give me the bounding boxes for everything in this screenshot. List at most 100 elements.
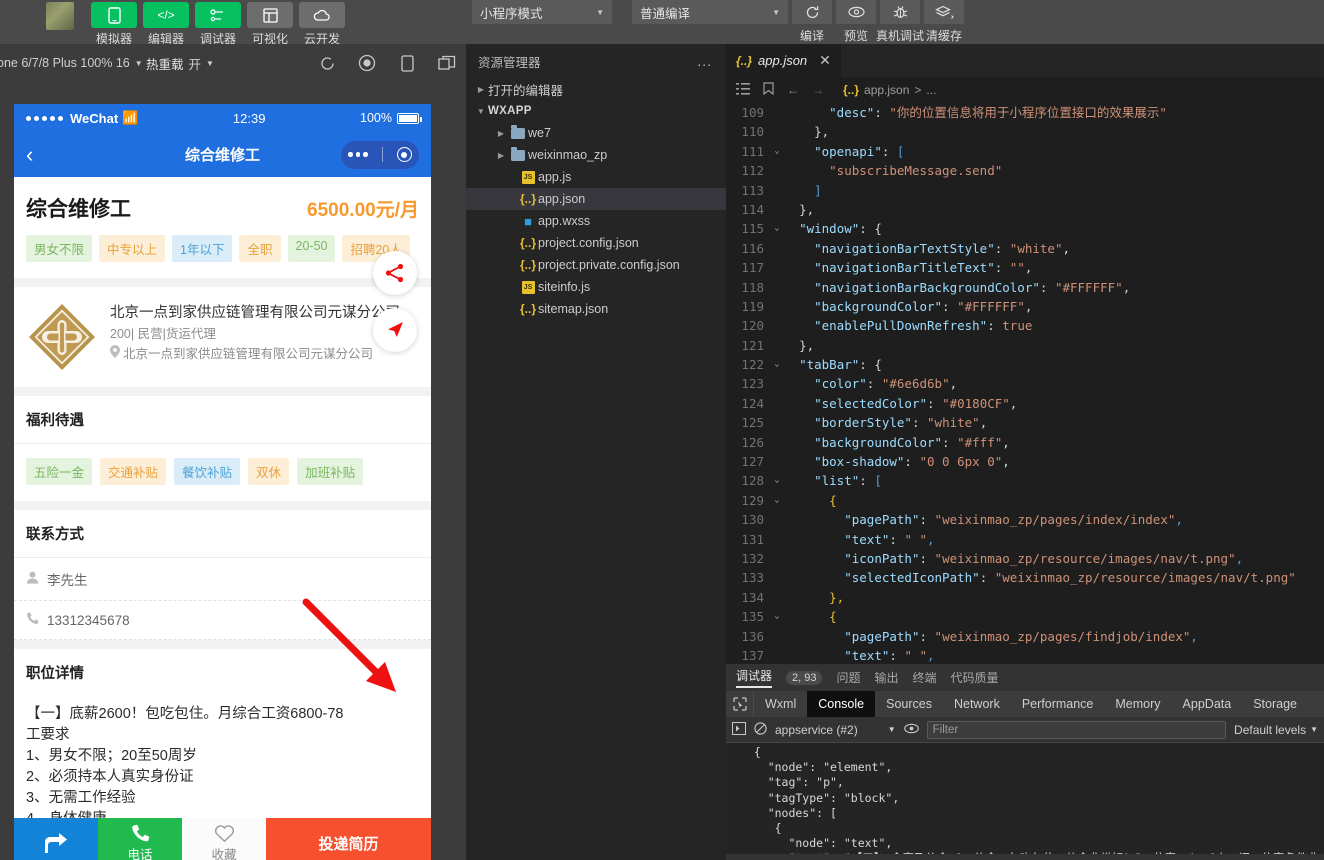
execute-icon[interactable] xyxy=(732,722,746,738)
file-tree-item[interactable]: ▶we7 xyxy=(466,122,726,144)
file-tree-item[interactable]: ■app.wxss xyxy=(466,210,726,232)
fold-toggle-icon[interactable] xyxy=(770,588,784,607)
bookmark-icon[interactable] xyxy=(763,82,774,98)
fold-toggle-icon[interactable] xyxy=(770,394,784,413)
fold-toggle-icon[interactable] xyxy=(770,239,784,258)
console-levels-select[interactable]: Default levels ▼ xyxy=(1234,723,1318,737)
mode-select[interactable]: 小程序模式 ▼ xyxy=(472,0,612,24)
fold-toggle-icon[interactable]: ⌄ xyxy=(770,355,784,374)
device-icon[interactable] xyxy=(396,52,418,74)
close-icon[interactable]: ✕ xyxy=(819,52,831,69)
real-device-debug-button[interactable]: 真机调试 xyxy=(878,0,922,44)
refresh-icon[interactable] xyxy=(316,52,338,74)
tool-cloud[interactable]: 云开发 xyxy=(298,2,346,47)
open-editors-row[interactable]: ▶ 打开的编辑器 xyxy=(466,78,726,100)
fold-toggle-icon[interactable]: ⌄ xyxy=(770,491,784,510)
debugger-tab[interactable]: 调试器 xyxy=(736,667,772,688)
call-button[interactable]: 电话 xyxy=(98,818,182,860)
devtools-tab[interactable]: Sources xyxy=(875,691,943,717)
file-tree-item[interactable]: {..}project.private.config.json xyxy=(466,254,726,276)
locate-fab[interactable] xyxy=(373,308,417,352)
compile-button[interactable]: 编译 xyxy=(790,0,834,44)
record-icon[interactable] xyxy=(356,52,378,74)
fold-toggle-icon[interactable] xyxy=(770,510,784,529)
fold-toggle-icon[interactable] xyxy=(770,200,784,219)
inspect-element-icon[interactable] xyxy=(726,691,754,717)
debugger-tab[interactable]: 输出 xyxy=(875,669,899,686)
contact-name-row[interactable]: 李先生 xyxy=(14,558,431,601)
console-context-select[interactable]: appservice (#2) ▼ xyxy=(775,723,896,737)
fold-toggle-icon[interactable] xyxy=(770,103,784,122)
breadcrumb-path[interactable]: {..} app.json > ... xyxy=(843,83,936,97)
fold-toggle-icon[interactable]: ⌄ xyxy=(770,142,784,161)
fold-toggle-icon[interactable]: ⌄ xyxy=(770,607,784,626)
fold-toggle-icon[interactable] xyxy=(770,278,784,297)
file-tree-item[interactable]: {..}sitemap.json xyxy=(466,298,726,320)
devtools-tab[interactable]: Console xyxy=(807,691,875,717)
file-tree-item[interactable]: JSsiteinfo.js xyxy=(466,276,726,298)
devtools-tab[interactable]: Performance xyxy=(1011,691,1105,717)
fold-toggle-icon[interactable] xyxy=(770,316,784,335)
share-fab[interactable] xyxy=(373,251,417,295)
fold-toggle-icon[interactable] xyxy=(770,374,784,393)
fold-toggle-icon[interactable] xyxy=(770,258,784,277)
share-button[interactable] xyxy=(14,818,98,860)
compile-select[interactable]: 普通编译 ▼ xyxy=(632,0,788,24)
tool-debugger[interactable]: 调试器 xyxy=(194,2,242,47)
file-tree-item[interactable]: ▶weixinmao_zp xyxy=(466,144,726,166)
fold-toggle-icon[interactable] xyxy=(770,297,784,316)
fold-toggle-icon[interactable]: ⌄ xyxy=(770,471,784,490)
fold-toggle-icon[interactable] xyxy=(770,161,784,180)
debugger-tab[interactable]: 终端 xyxy=(913,669,937,686)
debugger-tab[interactable]: 代码质量 xyxy=(951,669,999,686)
tool-editor[interactable]: </> 编辑器 xyxy=(142,2,190,47)
fold-toggle-icon[interactable]: ⌄ xyxy=(770,219,784,238)
fold-toggle-icon[interactable] xyxy=(770,413,784,432)
fold-toggle-icon[interactable] xyxy=(770,336,784,355)
forward-arrow-icon[interactable]: → xyxy=(812,83,824,97)
devtools-tab[interactable]: Network xyxy=(943,691,1011,717)
fold-toggle-icon[interactable] xyxy=(770,530,784,549)
multiscreen-icon[interactable] xyxy=(436,52,458,74)
clear-console-icon[interactable] xyxy=(754,722,767,738)
devtools-tab[interactable]: Memory xyxy=(1104,691,1171,717)
fold-toggle-icon[interactable] xyxy=(770,122,784,141)
favorite-button[interactable]: 收藏 xyxy=(182,818,266,860)
fold-toggle-icon[interactable] xyxy=(770,646,784,664)
fold-toggle-icon[interactable] xyxy=(770,452,784,471)
tool-simulator[interactable]: 模拟器 xyxy=(90,2,138,47)
tab-app-json[interactable]: {..} app.json ✕ xyxy=(726,44,841,77)
tool-visual[interactable]: 可视化 xyxy=(246,2,294,47)
devtools-tab[interactable]: Wxml xyxy=(754,691,807,717)
code-content[interactable]: 109 "desc": "你的位置信息将用于小程序位置接口的效果展示"110 }… xyxy=(726,103,1324,664)
preview-button[interactable]: 预览 xyxy=(834,0,878,44)
navigate-icon xyxy=(384,319,406,341)
more-dots-icon[interactable] xyxy=(348,152,368,157)
file-tree-item[interactable]: {..}app.json xyxy=(466,188,726,210)
device-select[interactable]: one 6/7/8 Plus 100% 16 ▼ xyxy=(0,56,143,70)
contact-phone-row[interactable]: 13312345678 xyxy=(14,601,431,640)
file-tree-item[interactable]: {..}project.config.json xyxy=(466,232,726,254)
console-filter-input[interactable]: Filter xyxy=(927,721,1226,739)
apply-button[interactable]: 投递简历 xyxy=(266,818,431,860)
devtools-tab[interactable]: Storage xyxy=(1242,691,1308,717)
wechat-capsule[interactable] xyxy=(341,141,419,169)
fold-toggle-icon[interactable] xyxy=(770,627,784,646)
outline-icon[interactable] xyxy=(736,83,750,98)
fold-toggle-icon[interactable] xyxy=(770,549,784,568)
clear-cache-button[interactable]: 清缓存 xyxy=(922,0,966,44)
devtools-tab[interactable]: AppData xyxy=(1172,691,1243,717)
close-circle-icon[interactable] xyxy=(397,147,412,162)
debugger-tab[interactable]: 问题 xyxy=(836,669,860,686)
fold-toggle-icon[interactable] xyxy=(770,568,784,587)
company-card[interactable]: 北京一点到家供应链管理有限公司元谋分公司 200| 民营|货运代理 北京一点到家… xyxy=(14,287,431,387)
console-eye-icon[interactable] xyxy=(904,723,919,737)
file-tree-item[interactable]: JSapp.js xyxy=(466,166,726,188)
hot-reload-select[interactable]: 热重载 开 ▼ xyxy=(146,54,214,73)
fold-toggle-icon[interactable] xyxy=(770,433,784,452)
fold-toggle-icon[interactable] xyxy=(770,181,784,200)
project-root-row[interactable]: ▼ WXAPP xyxy=(466,100,726,122)
explorer-more-icon[interactable]: ... xyxy=(697,53,712,69)
back-arrow-icon[interactable]: ← xyxy=(787,83,799,97)
location-pin-icon xyxy=(110,344,120,364)
